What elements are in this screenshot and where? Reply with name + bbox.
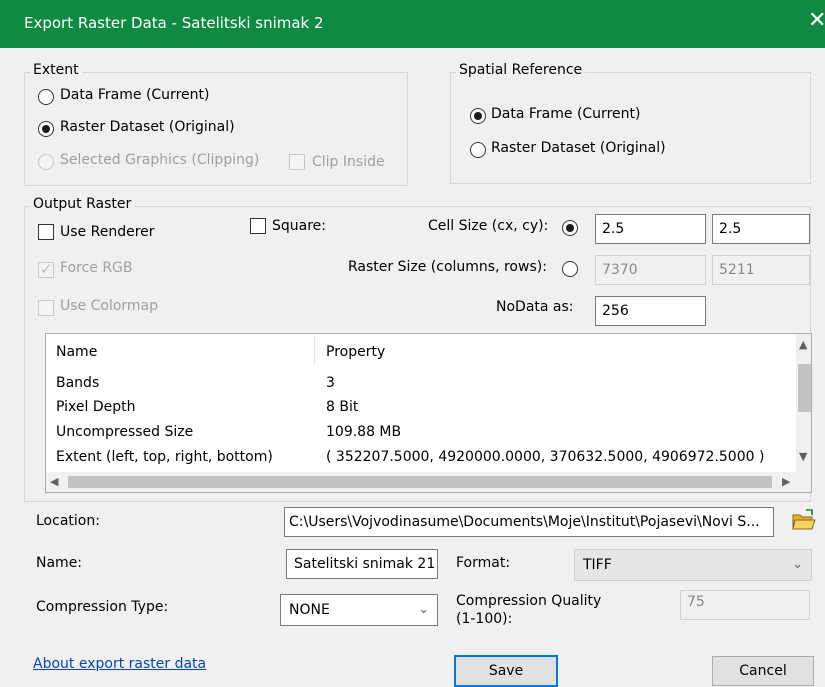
column-divider[interactable] [314, 336, 315, 366]
open-folder-icon[interactable] [790, 507, 818, 535]
spatial-raster-dataset-label: Raster Dataset (Original) [491, 140, 666, 156]
title-bar: Export Raster Data - Satelitski snimak 2… [0, 0, 825, 48]
square-checkbox[interactable] [250, 218, 266, 234]
use-renderer-label: Use Renderer [60, 224, 155, 240]
raster-size-radio[interactable] [562, 261, 578, 277]
nodata-input[interactable]: 256 [595, 296, 706, 326]
column-header-property[interactable]: Property [326, 344, 385, 360]
raster-size-rows-input[interactable]: 5211 [712, 255, 810, 285]
spatial-data-frame-label: Data Frame (Current) [491, 106, 641, 122]
cell-size-cy-input[interactable]: 2.5 [712, 214, 810, 244]
clip-inside-checkbox[interactable] [289, 154, 305, 170]
nodata-label: NoData as: [496, 299, 574, 315]
horizontal-scroll-thumb[interactable] [68, 476, 772, 488]
vertical-scroll-thumb[interactable] [798, 364, 811, 412]
raster-size-columns-input[interactable]: 7370 [595, 255, 706, 285]
scroll-down-icon[interactable]: ▼ [799, 450, 807, 463]
compression-type-select[interactable]: NONE ⌄ [280, 594, 438, 626]
scroll-left-icon[interactable]: ◀ [50, 475, 58, 488]
row-name-cell: Extent (left, top, right, bottom) [56, 449, 273, 465]
save-button[interactable]: Save [454, 655, 558, 687]
spatial-reference-legend: Spatial Reference [456, 62, 586, 78]
extent-raster-dataset-radio[interactable] [38, 121, 54, 137]
raster-size-label: Raster Size (columns, rows): [348, 259, 547, 275]
row-name-cell: Bands [56, 375, 100, 391]
extent-selected-graphics-radio[interactable] [38, 154, 54, 170]
output-raster-legend: Output Raster [30, 196, 135, 212]
spatial-reference-group [450, 72, 811, 184]
location-input[interactable]: C:\Users\Vojvodinasume\Documents\Moje\In… [284, 507, 774, 537]
row-property-cell: ( 352207.5000, 4920000.0000, 370632.5000… [326, 449, 765, 465]
spatial-data-frame-radio[interactable] [470, 108, 486, 124]
extent-data-frame-label: Data Frame (Current) [60, 87, 210, 103]
table-row[interactable]: Uncompressed Size 109.88 MB [46, 421, 796, 445]
cancel-button[interactable]: Cancel [712, 656, 814, 686]
scroll-up-icon[interactable]: ▲ [799, 338, 807, 351]
compression-quality-input[interactable]: 75 [680, 590, 810, 620]
table-row[interactable]: Extent (left, top, right, bottom) ( 3522… [46, 446, 796, 470]
square-label: Square: [272, 218, 327, 234]
extent-legend: Extent [30, 62, 82, 78]
use-colormap-label: Use Colormap [60, 298, 159, 314]
about-export-link[interactable]: About export raster data [33, 656, 206, 672]
cell-size-label: Cell Size (cx, cy): [428, 218, 549, 234]
extent-selected-graphics-label: Selected Graphics (Clipping) [60, 152, 260, 168]
scroll-right-icon[interactable]: ▶ [782, 475, 790, 488]
name-label: Name: [36, 555, 83, 571]
location-label: Location: [36, 513, 100, 529]
clip-inside-label: Clip Inside [312, 154, 385, 170]
row-property-cell: 3 [326, 375, 335, 391]
vertical-scrollbar[interactable]: ▲ ▼ [796, 334, 811, 472]
format-label: Format: [456, 555, 511, 571]
cell-size-cx-input[interactable]: 2.5 [595, 214, 706, 244]
compression-type-value: NONE [289, 602, 330, 618]
table-row[interactable]: Pixel Depth 8 Bit [46, 396, 796, 420]
name-input[interactable]: Satelitski snimak 21 [286, 549, 438, 579]
compression-quality-label-line2: (1-100): [456, 611, 513, 627]
chevron-down-icon: ⌄ [792, 556, 803, 572]
horizontal-scrollbar[interactable]: ◀ ▶ [46, 472, 811, 492]
force-rgb-checkbox[interactable]: ✓ [38, 260, 54, 278]
use-colormap-checkbox[interactable] [38, 300, 54, 316]
extent-raster-dataset-label: Raster Dataset (Original) [60, 119, 235, 135]
properties-list[interactable]: Name Property Bands 3 Pixel Depth 8 Bit … [45, 333, 812, 493]
row-property-cell: 109.88 MB [326, 424, 402, 440]
close-icon[interactable]: ✕ [808, 10, 825, 32]
format-value: TIFF [583, 557, 612, 573]
use-renderer-checkbox[interactable] [38, 224, 54, 240]
column-header-name[interactable]: Name [56, 344, 97, 360]
spatial-raster-dataset-radio[interactable] [470, 142, 486, 158]
extent-data-frame-radio[interactable] [38, 89, 54, 105]
compression-quality-label-line1: Compression Quality [456, 593, 602, 609]
compression-type-label: Compression Type: [36, 599, 169, 615]
row-name-cell: Pixel Depth [56, 399, 136, 415]
format-select[interactable]: TIFF ⌄ [574, 549, 812, 581]
row-property-cell: 8 Bit [326, 399, 359, 415]
force-rgb-label: Force RGB [60, 260, 133, 276]
row-name-cell: Uncompressed Size [56, 424, 194, 440]
table-row[interactable]: Bands 3 [46, 372, 796, 396]
cell-size-radio[interactable] [562, 220, 578, 236]
chevron-down-icon: ⌄ [418, 601, 429, 617]
window-title: Export Raster Data - Satelitski snimak 2 [24, 14, 324, 32]
